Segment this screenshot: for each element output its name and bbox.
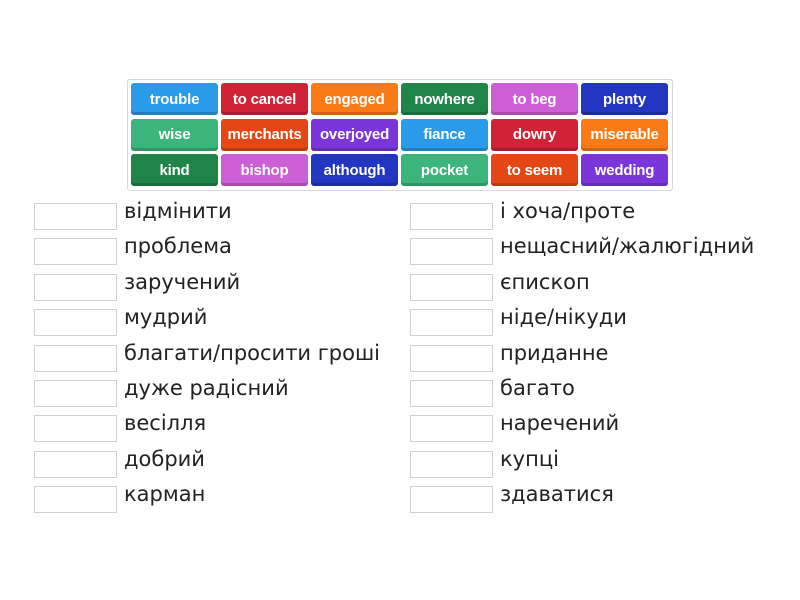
drop-box[interactable] <box>410 309 493 337</box>
definition-label: здаватися <box>500 482 614 507</box>
definition-label: багато <box>500 376 575 400</box>
word-tile[interactable]: overjoyed <box>311 118 398 151</box>
word-tile[interactable]: engaged <box>311 83 398 115</box>
word-tile[interactable]: miserable <box>581 118 668 151</box>
word-tile[interactable]: pocket <box>401 154 488 186</box>
word-tile[interactable]: to beg <box>491 83 578 115</box>
word-tile[interactable]: although <box>311 154 398 186</box>
word-tile[interactable]: merchants <box>221 118 308 151</box>
word-tile[interactable]: fiance <box>401 118 488 151</box>
definition-label: наречений <box>500 411 620 436</box>
drop-box[interactable] <box>410 238 493 266</box>
drop-box[interactable] <box>34 309 117 337</box>
drop-box[interactable] <box>410 273 493 301</box>
drop-box[interactable] <box>410 380 493 407</box>
definition-label: дуже радісний <box>124 376 289 400</box>
drop-box[interactable] <box>34 486 117 514</box>
definition-label: купці <box>500 446 559 471</box>
word-tile[interactable]: bishop <box>221 154 308 186</box>
definition-label: карман <box>124 482 206 507</box>
definition-label: мудрий <box>124 305 208 330</box>
drop-box[interactable] <box>34 203 117 230</box>
word-tile[interactable]: wise <box>131 118 218 151</box>
word-tile[interactable]: nowhere <box>401 83 488 115</box>
word-bank: trouble to cancel engaged nowhere to beg plen… <box>127 79 673 191</box>
drop-box[interactable] <box>34 344 117 372</box>
definition-label: проблема <box>124 234 232 259</box>
definition-label: ніде/нікуди <box>500 305 627 330</box>
word-tile[interactable]: kind <box>131 154 218 186</box>
drop-box[interactable] <box>410 450 493 478</box>
word-tile[interactable]: dowry <box>491 118 578 151</box>
drop-box[interactable] <box>34 238 117 266</box>
drop-box[interactable] <box>34 380 117 407</box>
drop-box[interactable] <box>410 415 493 443</box>
definition-label: заручений <box>124 269 241 294</box>
definition-label: благати/просити гроші <box>124 340 381 365</box>
word-tile[interactable]: wedding <box>581 154 668 186</box>
word-tile[interactable]: to cancel <box>221 83 308 115</box>
drop-box[interactable] <box>34 415 117 443</box>
word-tile[interactable]: trouble <box>131 83 218 115</box>
definition-label: нещасний/жалюгідний <box>500 234 755 259</box>
drop-box[interactable] <box>410 344 493 372</box>
definition-label: весілля <box>124 411 207 436</box>
drop-box[interactable] <box>410 486 493 514</box>
definition-label: єпископ <box>500 269 590 294</box>
word-tile[interactable]: plenty <box>581 83 668 115</box>
definition-label: і хоча/проте <box>500 199 636 223</box>
drop-box[interactable] <box>34 450 117 478</box>
word-tile[interactable]: to seem <box>491 154 578 186</box>
definition-label: відмінити <box>124 199 232 223</box>
definition-label: добрий <box>124 446 205 471</box>
drop-box[interactable] <box>34 273 117 301</box>
drop-box[interactable] <box>410 203 493 230</box>
definition-label: приданне <box>500 340 609 365</box>
